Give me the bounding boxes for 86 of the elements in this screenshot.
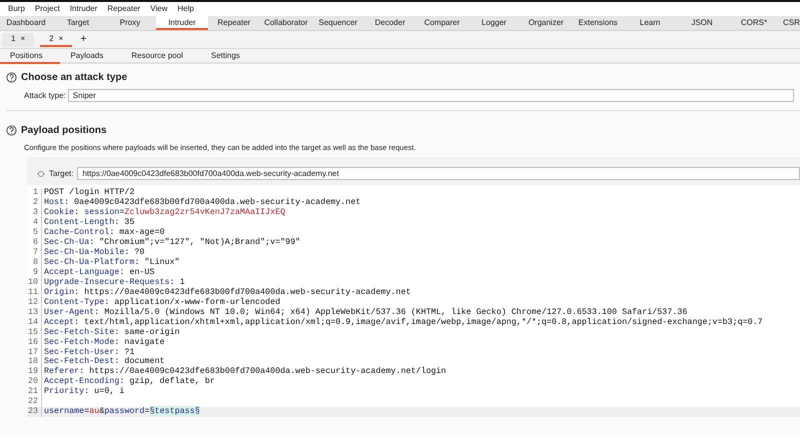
target-field[interactable]: https://0ae4009c0423dfe683b00fd700a400da.web-security-academy.net — [77, 167, 800, 180]
main-tab[interactable]: Target — [52, 16, 104, 30]
line-number: 22 — [27, 397, 39, 407]
code-line: Host: 0ae4009c0423dfe683b00fd700a400da.web-security-academy.net — [41, 198, 361, 208]
close-button[interactable]: × — [58, 32, 64, 44]
code-line: User-Agent: Mozilla/5.0 (Windows NT 10.0; Win64; x64) AppleWebKit/537.36 (KHTML, like Gecko) Chrome/127.0.6533.100 Safari/537.36 — [41, 308, 688, 318]
line-number: 20 — [27, 377, 39, 387]
main-tab[interactable]: Logger — [468, 16, 520, 30]
code-line: Sec-Ch-Ua-Platform: "Linux" — [41, 258, 180, 268]
section-title: Choose an attack type — [21, 71, 128, 85]
line-number: 10 — [27, 278, 39, 288]
menu-item[interactable]: Help — [172, 3, 199, 15]
main-tab[interactable]: Learn — [624, 16, 676, 30]
main-tab[interactable]: Collaborator — [260, 16, 312, 30]
code-line: Content-Length: 35 — [41, 218, 134, 228]
main-tab[interactable]: Intruder — [156, 16, 208, 30]
main-tab[interactable]: Organizer — [520, 16, 572, 30]
code-line: Upgrade-Insecure-Requests: 1 — [41, 278, 185, 288]
line-number: 9 — [32, 268, 39, 278]
code-line: Accept-Language: en-US — [41, 268, 155, 278]
main-tab[interactable]: Dashboard — [0, 16, 52, 30]
line-number: 12 — [27, 298, 39, 308]
menu-item[interactable]: View — [145, 3, 173, 15]
line-number: 18 — [27, 357, 39, 367]
main-tab[interactable]: CSR — [780, 16, 800, 30]
main-tab[interactable]: Proxy — [104, 16, 156, 30]
request-tab[interactable]: 2 × — [40, 32, 72, 46]
menu-item[interactable]: Intruder — [64, 3, 102, 15]
code-line: Sec-Ch-Ua-Mobile: ?0 — [41, 248, 145, 258]
code-line: Accept: text/html,application/xhtml+xml,application/xml;q=0.9,image/avif,image/webp,image/apng,*/*;q=0.8,application/signed-exchange;v=b3;q=0.7 — [41, 318, 763, 328]
line-number: 6 — [32, 238, 39, 248]
attack-type-field[interactable]: Sniper — [68, 89, 794, 102]
target-icon — [37, 170, 45, 178]
main-tab[interactable]: Extensions — [572, 16, 624, 30]
code-line: Referer: https://0ae4009c0423dfe683b00fd700a400da.web-security-academy.net/login — [41, 367, 446, 378]
line-number: 11 — [27, 288, 39, 298]
menu-item[interactable]: Repeater — [102, 3, 146, 15]
code-line: Sec-Fetch-Site: same-origin — [41, 328, 180, 338]
code-line: Content-Type: application/x-www-form-urlencoded — [41, 298, 280, 308]
close-button[interactable]: × — [20, 32, 26, 44]
code-line: Cookie: session=Zcluwb3zag2zr54vKenJ7zaMAaIIJxEQ — [41, 208, 286, 218]
main-tab[interactable]: Comparer — [416, 16, 468, 30]
code-line: Origin: https://0ae4009c0423dfe683b00fd700a400da.web-security-academy.net — [41, 288, 411, 298]
main-tab[interactable]: CORS* — [728, 16, 780, 30]
line-number: 7 — [32, 248, 39, 258]
line-number: 21 — [27, 387, 39, 397]
line-number: 16 — [27, 338, 39, 348]
code-line: Cache-Control: max-age=0 — [41, 228, 165, 238]
sub-tab[interactable]: Resource pool — [121, 49, 201, 64]
field-label: Attack type: — [24, 90, 66, 102]
main-tab[interactable]: Sequencer — [312, 16, 364, 30]
line-number: 2 — [32, 198, 39, 208]
code-line: Sec-Fetch-Mode: navigate — [41, 338, 165, 348]
code-line: Accept-Encoding: gzip, deflate, br — [41, 377, 215, 388]
line-number: 13 — [27, 308, 39, 318]
tab-label: 1 — [11, 32, 16, 44]
main-tab[interactable]: JSON — [676, 16, 728, 30]
line-number: 17 — [27, 348, 39, 358]
line-number: 15 — [27, 328, 39, 338]
help-icon[interactable] — [6, 125, 17, 136]
add-tab-button[interactable]: + — [78, 34, 89, 45]
line-number: 23 — [27, 407, 39, 418]
sub-tab[interactable]: Payloads — [60, 49, 122, 64]
help-icon[interactable] — [6, 72, 17, 83]
field-label: Target: — [49, 168, 74, 180]
line-number: 8 — [32, 258, 39, 268]
line-number: 4 — [32, 218, 39, 228]
line-number: 1 — [32, 188, 39, 198]
code-line: POST /login HTTP/2 — [41, 188, 134, 198]
code-line: Sec-Fetch-User: ?1 — [41, 348, 134, 358]
section-title: Payload positions — [21, 124, 107, 138]
code-line: Priority: u=0, i — [41, 387, 124, 398]
menu-item[interactable]: Project — [30, 3, 65, 15]
line-number: 3 — [32, 208, 39, 218]
main-tab[interactable]: Repeater — [208, 16, 260, 30]
line-number: 5 — [32, 228, 39, 238]
menu-item[interactable]: Burp — [3, 3, 30, 15]
line-number: 14 — [27, 318, 39, 328]
main-tab[interactable]: Decoder — [364, 16, 416, 30]
line-number: 19 — [27, 367, 39, 377]
code-line: Sec-Ch-Ua: "Chromium";v="127", "Not)A;Brand";v="99" — [41, 238, 300, 248]
tab-label: 2 — [49, 32, 54, 44]
request-tab[interactable]: 1 × — [2, 32, 34, 46]
code-line: username=au&password=§testpass§ — [41, 407, 200, 418]
sub-tab[interactable]: Settings — [200, 49, 258, 64]
code-line: Sec-Fetch-Dest: document — [41, 357, 165, 368]
